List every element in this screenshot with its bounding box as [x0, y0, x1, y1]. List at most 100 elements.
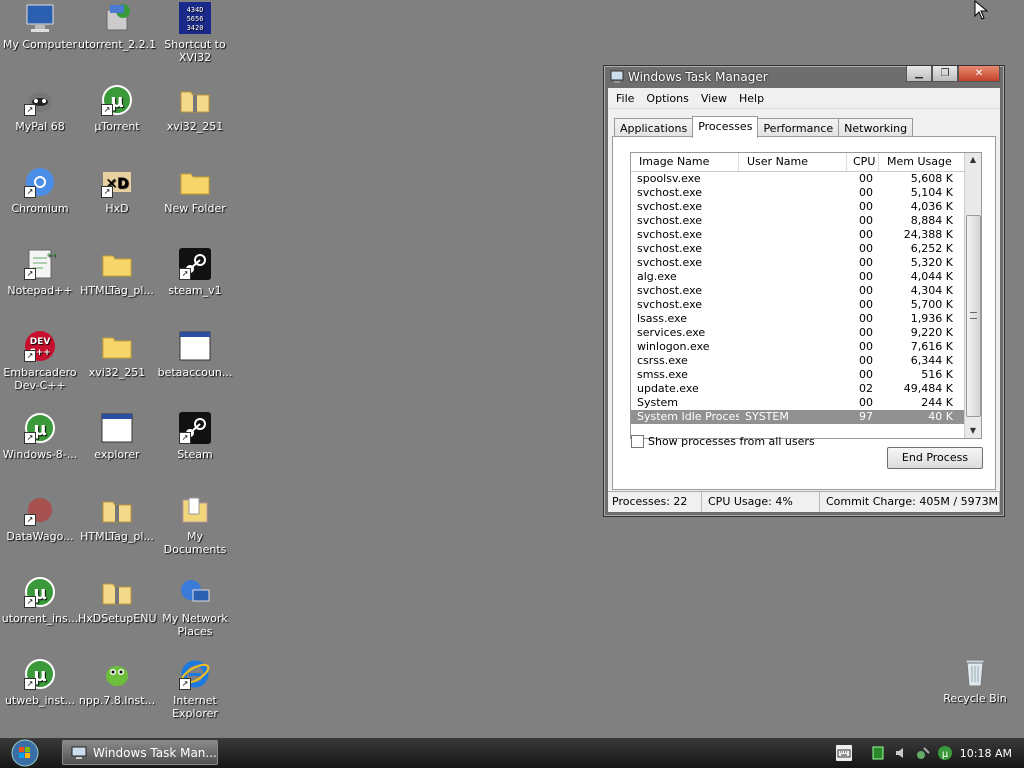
desktop-icon[interactable]: My Computer	[1, 2, 79, 51]
desktop-icon[interactable]: µ ↗ utorrent_ins...	[1, 576, 79, 625]
column-image-name[interactable]: Image Name	[631, 153, 739, 171]
table-row[interactable]: svchost.exe 00 5,320 K	[631, 256, 965, 270]
desktop-icon[interactable]: betaaccoun...	[156, 330, 234, 379]
cpu-cell: 00	[859, 200, 873, 213]
desktop-icon[interactable]: ↗ MyPal 68	[1, 84, 79, 133]
scroll-up-icon[interactable]: ▲	[965, 153, 981, 167]
desktop-icon[interactable]: HxDSetupENU	[78, 576, 157, 625]
table-row[interactable]: svchost.exe 00 6,252 K	[631, 242, 965, 256]
menu-help[interactable]: Help	[733, 92, 770, 105]
start-button[interactable]	[8, 739, 42, 767]
desktop-icon-recycle-bin[interactable]: Recycle Bin	[936, 656, 1014, 705]
desktop-icon[interactable]: ✕D ↗ HxD	[78, 166, 156, 215]
desktop-icon[interactable]: My Documents	[156, 494, 234, 556]
desktop-icon[interactable]: 434D 5656 3420 Shortcut to XVI32	[156, 2, 234, 64]
user-name-cell	[739, 298, 847, 312]
desktop-icon[interactable]: New Folder	[156, 166, 234, 215]
show-all-users-checkbox[interactable]: Show processes from all users	[631, 435, 815, 448]
table-row[interactable]: svchost.exe 00 24,388 K	[631, 228, 965, 242]
desktop-icon[interactable]: HTMLTag_pl...	[78, 494, 156, 543]
desktop-icon-label: Notepad++	[7, 284, 73, 297]
menu-view[interactable]: View	[695, 92, 733, 105]
table-row[interactable]: services.exe 00 9,220 K	[631, 326, 965, 340]
vertical-scrollbar[interactable]: ▲ ▼	[964, 153, 981, 438]
desktop-icon[interactable]: ↗ Internet Explorer	[156, 658, 234, 720]
desktop-icon[interactable]: ↗ steam_v1	[156, 248, 234, 297]
user-name-cell	[739, 186, 847, 200]
scroll-thumb[interactable]	[966, 215, 981, 417]
minimize-button[interactable]: ▁	[906, 66, 932, 82]
desktop-icon-label: betaaccoun...	[157, 366, 233, 379]
desktop-icon[interactable]: xvi32_251	[156, 84, 234, 133]
desktop-icon[interactable]: DEV C++ ↗ Embarcadero Dev-C++	[1, 330, 79, 392]
desktop-icon[interactable]: ++ ↗ Notepad++	[1, 248, 79, 297]
clock[interactable]: 10:18 AM	[960, 747, 1012, 760]
mem-usage-cell: 244 K	[921, 396, 953, 409]
task-manager-window[interactable]: Windows Task Manager ▁ ❐ ✕ File Options …	[603, 65, 1005, 517]
table-row[interactable]: svchost.exe 00 4,304 K	[631, 284, 965, 298]
my-documents-icon	[179, 494, 211, 526]
npp-installer-icon	[101, 658, 133, 690]
desktop-icon[interactable]: npp.7.8.Inst...	[78, 658, 156, 707]
desktop-icon[interactable]: My Network Places	[156, 576, 234, 638]
desktop-icon[interactable]: ↗ DataWago...	[1, 494, 79, 543]
desktop-icon[interactable]: utorrent_2.2.1	[78, 2, 156, 51]
column-cpu[interactable]: CPU	[847, 153, 879, 171]
svg-text:++: ++	[46, 251, 56, 259]
shortcut-arrow-icon: ↗	[24, 678, 36, 690]
table-row[interactable]: svchost.exe 00 5,104 K	[631, 186, 965, 200]
column-mem-usage[interactable]: Mem Usage	[879, 153, 965, 171]
scroll-down-icon[interactable]: ▼	[965, 424, 981, 438]
checkbox-box[interactable]	[631, 435, 644, 448]
cpu-cell: 00	[859, 312, 873, 325]
network-icon[interactable]	[871, 745, 887, 761]
desktop-icon-label: HTMLTag_pl...	[80, 284, 154, 297]
tab-processes[interactable]: Processes	[692, 116, 759, 138]
table-row[interactable]: svchost.exe 00 8,884 K	[631, 214, 965, 228]
menu-options[interactable]: Options	[640, 92, 694, 105]
table-row[interactable]: smss.exe 00 516 K	[631, 368, 965, 382]
desktop-icon[interactable]: explorer	[78, 412, 156, 461]
desktop-icon[interactable]: ↗ Chromium	[1, 166, 79, 215]
table-row[interactable]: update.exe 02 49,484 K	[631, 382, 965, 396]
close-button[interactable]: ✕	[958, 66, 1000, 82]
table-row[interactable]: alg.exe 00 4,044 K	[631, 270, 965, 284]
tab-applications[interactable]: Applications	[614, 118, 694, 138]
column-user-name[interactable]: User Name	[739, 153, 847, 171]
table-row[interactable]: System 00 244 K	[631, 396, 965, 410]
desktop-icon[interactable]: xvi32_251	[78, 330, 156, 379]
table-row[interactable]: svchost.exe 00 4,036 K	[631, 200, 965, 214]
mem-usage-cell: 4,304 K	[910, 284, 953, 297]
process-list[interactable]: Image Name User Name CPU Mem Usage spool…	[630, 152, 982, 439]
end-process-button[interactable]: End Process	[887, 447, 983, 469]
taskbar-task-manager-button[interactable]: Windows Task Man...	[62, 740, 218, 765]
mem-usage-cell: 5,320 K	[910, 256, 953, 269]
connection-icon[interactable]	[915, 745, 931, 761]
desktop-icon[interactable]: µ ↗ µTorrent	[78, 84, 156, 133]
table-row[interactable]: svchost.exe 00 5,700 K	[631, 298, 965, 312]
process-name-cell: spoolsv.exe	[637, 172, 701, 185]
maximize-button[interactable]: ❐	[932, 66, 958, 82]
tab-performance[interactable]: Performance	[757, 118, 840, 138]
desktop-icon[interactable]: HTMLTag_pl...	[78, 248, 156, 297]
desktop-icon[interactable]: µ ↗ utweb_inst...	[1, 658, 79, 707]
table-row[interactable]: winlogon.exe 00 7,616 K	[631, 340, 965, 354]
title-bar[interactable]: Windows Task Manager ▁ ❐ ✕	[604, 66, 1004, 88]
chromium-icon: ↗	[24, 166, 56, 198]
desktop-icon[interactable]: µ ↗ Windows-8-...	[1, 412, 79, 461]
table-row[interactable]: csrss.exe 00 6,344 K	[631, 354, 965, 368]
tab-networking[interactable]: Networking	[838, 118, 914, 138]
table-row[interactable]: spoolsv.exe 00 5,608 K	[631, 172, 965, 186]
network-places-icon	[179, 576, 211, 608]
keyboard-icon[interactable]	[835, 745, 852, 761]
utorrent-tray-icon[interactable]: µ	[937, 745, 953, 761]
desktop-icon[interactable]: ↗ Steam	[156, 412, 234, 461]
cpu-cell: 00	[859, 326, 873, 339]
menu-file[interactable]: File	[610, 92, 640, 105]
processes-panel: Image Name User Name CPU Mem Usage spool…	[612, 136, 996, 490]
table-row[interactable]: System Idle Process SYSTEM 97 40 K	[631, 410, 965, 424]
volume-icon[interactable]	[893, 745, 909, 761]
table-row[interactable]: lsass.exe 00 1,936 K	[631, 312, 965, 326]
cpu-cell: 00	[859, 284, 873, 297]
xvi32-shortcut-icon: 434D 5656 3420	[179, 2, 211, 34]
